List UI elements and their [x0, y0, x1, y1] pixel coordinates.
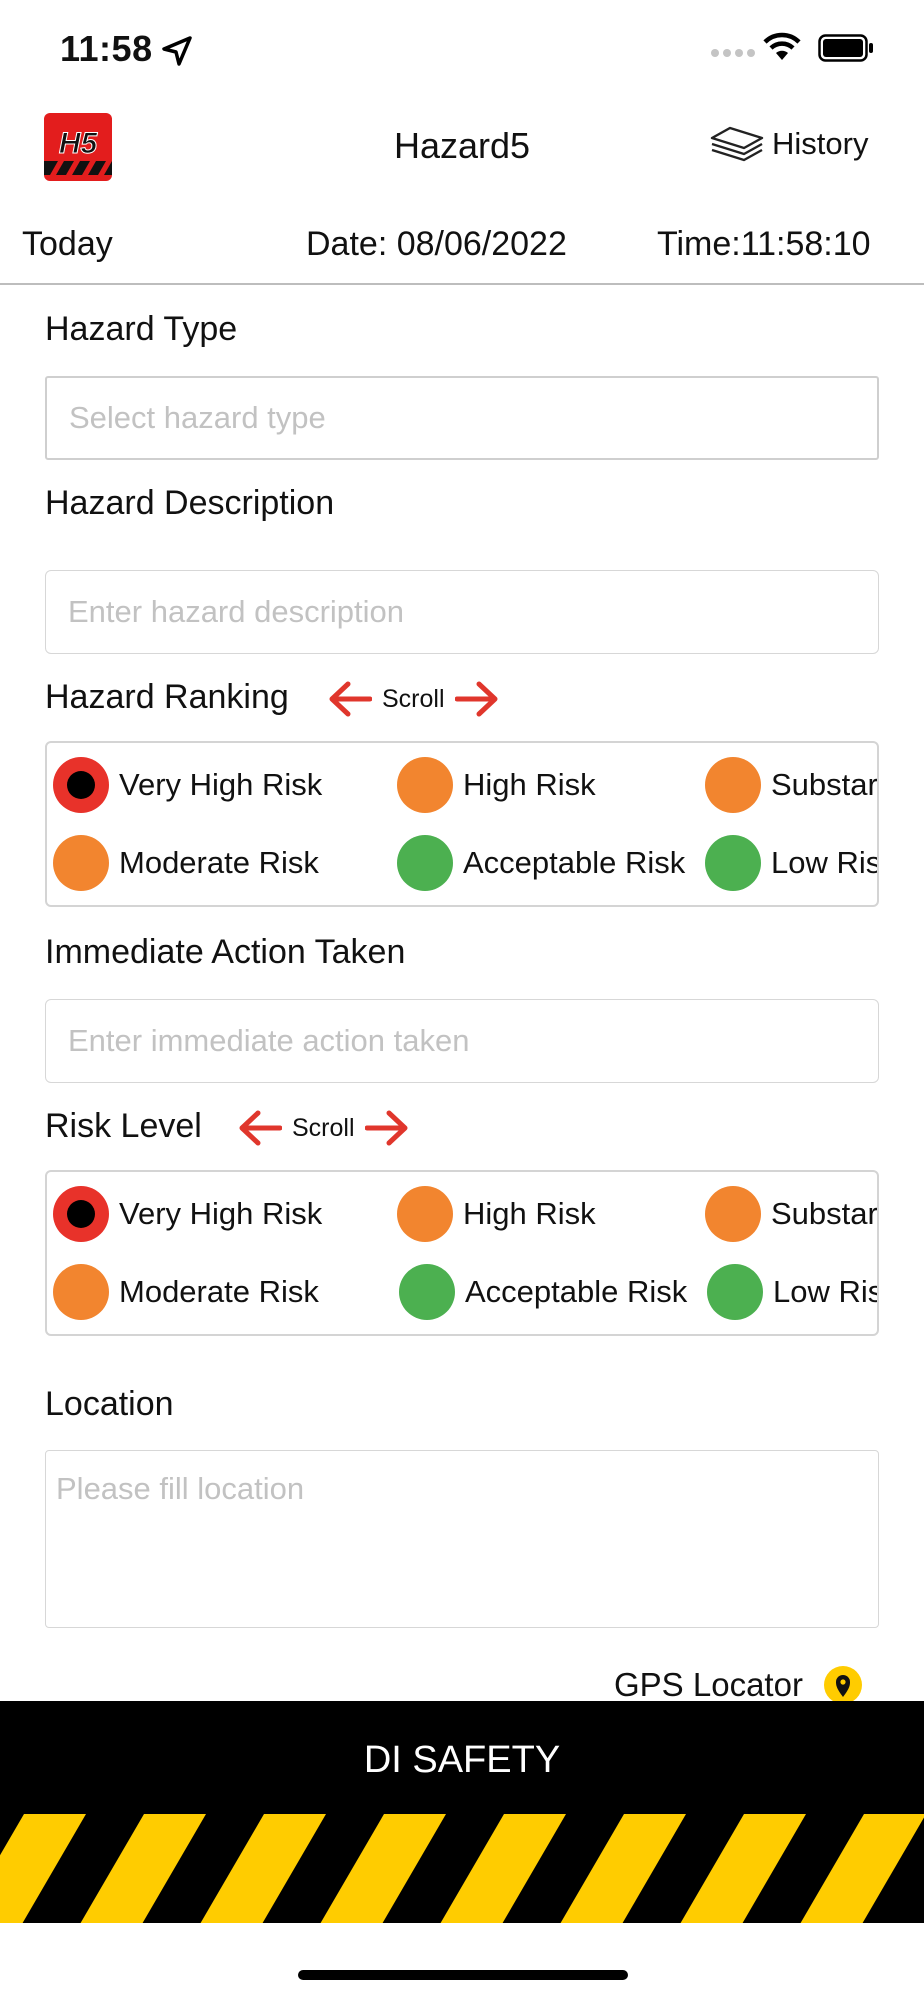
hazard-stripes — [0, 1814, 924, 1923]
hazard-ranking-option[interactable]: Very High Risk — [53, 757, 322, 813]
radio-orange-icon — [53, 1264, 109, 1320]
hazard-type-placeholder: Select hazard type — [69, 400, 326, 435]
option-label: Very High Risk — [119, 767, 323, 802]
option-label: Acceptable Risk — [463, 845, 686, 880]
immediate-action-label: Immediate Action Taken — [45, 933, 406, 971]
history-label: History — [772, 126, 869, 161]
date-row: Today Date: 08/06/2022 Time:11:58:10 — [0, 215, 924, 285]
radio-green-icon — [397, 835, 453, 891]
home-indicator[interactable] — [298, 1970, 628, 1980]
hazard-ranking-scroll-hint: Scroll — [326, 674, 501, 724]
option-label: Substar — [771, 1196, 878, 1231]
risk-level-option[interactable]: Moderate Risk — [53, 1264, 319, 1320]
radio-orange-icon — [397, 1186, 453, 1242]
map-pin-icon — [823, 1666, 862, 1704]
option-label: Moderate Risk — [119, 845, 319, 880]
radio-orange-icon — [705, 1186, 761, 1242]
hazard-description-input[interactable] — [45, 570, 879, 654]
time-label: Time:11:58:10 — [657, 225, 871, 263]
arrow-right-icon — [364, 1110, 408, 1146]
radio-green-icon — [707, 1264, 763, 1320]
radio-green-icon — [399, 1264, 455, 1320]
gps-locator-label: GPS Locator — [614, 1666, 803, 1703]
hazard-ranking-option[interactable]: Low Ris — [705, 835, 879, 891]
wifi-icon — [763, 32, 801, 60]
radio-selected-icon — [53, 1186, 109, 1242]
footer-title: DI SAFETY — [363, 1739, 561, 1781]
hazard-description-label: Hazard Description — [45, 484, 335, 522]
radio-orange-icon — [53, 835, 109, 891]
hazard-ranking-options[interactable]: Very High Risk High Risk Substar Moderat… — [45, 741, 879, 907]
immediate-action-input[interactable] — [45, 999, 879, 1083]
location-label: Location — [45, 1385, 174, 1423]
today-label: Today — [22, 225, 113, 263]
history-button[interactable]: History — [708, 119, 868, 169]
history-stack-icon — [710, 126, 764, 162]
arrow-left-icon — [329, 681, 372, 717]
risk-level-option[interactable]: Low Ris — [707, 1264, 879, 1320]
date-label: Date: 08/06/2022 — [306, 225, 567, 263]
radio-orange-icon — [397, 757, 453, 813]
hazard-ranking-option[interactable]: Acceptable Risk — [397, 835, 685, 891]
status-time: 11:58 — [60, 28, 153, 69]
option-label: High Risk — [463, 1196, 596, 1231]
signal-dots-icon — [711, 49, 755, 57]
hazard-type-label: Hazard Type — [45, 310, 238, 348]
option-label: Substar — [771, 767, 878, 802]
risk-level-label: Risk Level — [45, 1107, 202, 1145]
location-textarea[interactable] — [45, 1450, 879, 1628]
option-label: Very High Risk — [119, 1196, 323, 1231]
risk-level-option[interactable]: Very High Risk — [53, 1186, 322, 1242]
hazard-ranking-option[interactable]: Moderate Risk — [53, 835, 319, 891]
app-header: H5 Hazard5 History — [0, 105, 924, 195]
battery-icon — [818, 34, 873, 62]
risk-level-scroll-hint: Scroll — [236, 1103, 411, 1153]
radio-orange-icon — [705, 757, 761, 813]
hazard-ranking-option[interactable]: High Risk — [397, 757, 596, 813]
scroll-hint-text: Scroll — [382, 684, 445, 713]
option-label: Low Ris — [771, 845, 879, 880]
risk-level-options[interactable]: Very High Risk High Risk Substar Moderat… — [45, 1170, 879, 1336]
footer-banner: DI SAFETY — [0, 1701, 924, 1923]
radio-selected-icon — [53, 757, 109, 813]
risk-level-option[interactable]: Acceptable Risk — [399, 1264, 687, 1320]
option-label: Low Ris — [773, 1274, 879, 1309]
location-arrow-icon — [162, 36, 192, 66]
status-bar: 11:58 — [0, 0, 924, 100]
hazard-ranking-label: Hazard Ranking — [45, 678, 289, 716]
option-label: High Risk — [463, 767, 596, 802]
option-label: Moderate Risk — [119, 1274, 319, 1309]
hazard-ranking-option[interactable]: Substar — [705, 757, 878, 813]
radio-green-icon — [705, 835, 761, 891]
arrow-right-icon — [454, 681, 498, 717]
hazard-type-select[interactable]: Select hazard type — [45, 376, 879, 460]
header-divider — [0, 283, 924, 285]
option-label: Acceptable Risk — [465, 1274, 688, 1309]
risk-level-option[interactable]: High Risk — [397, 1186, 596, 1242]
risk-level-option[interactable]: Substar — [705, 1186, 878, 1242]
arrow-left-icon — [239, 1110, 282, 1146]
scroll-hint-text: Scroll — [292, 1113, 355, 1142]
